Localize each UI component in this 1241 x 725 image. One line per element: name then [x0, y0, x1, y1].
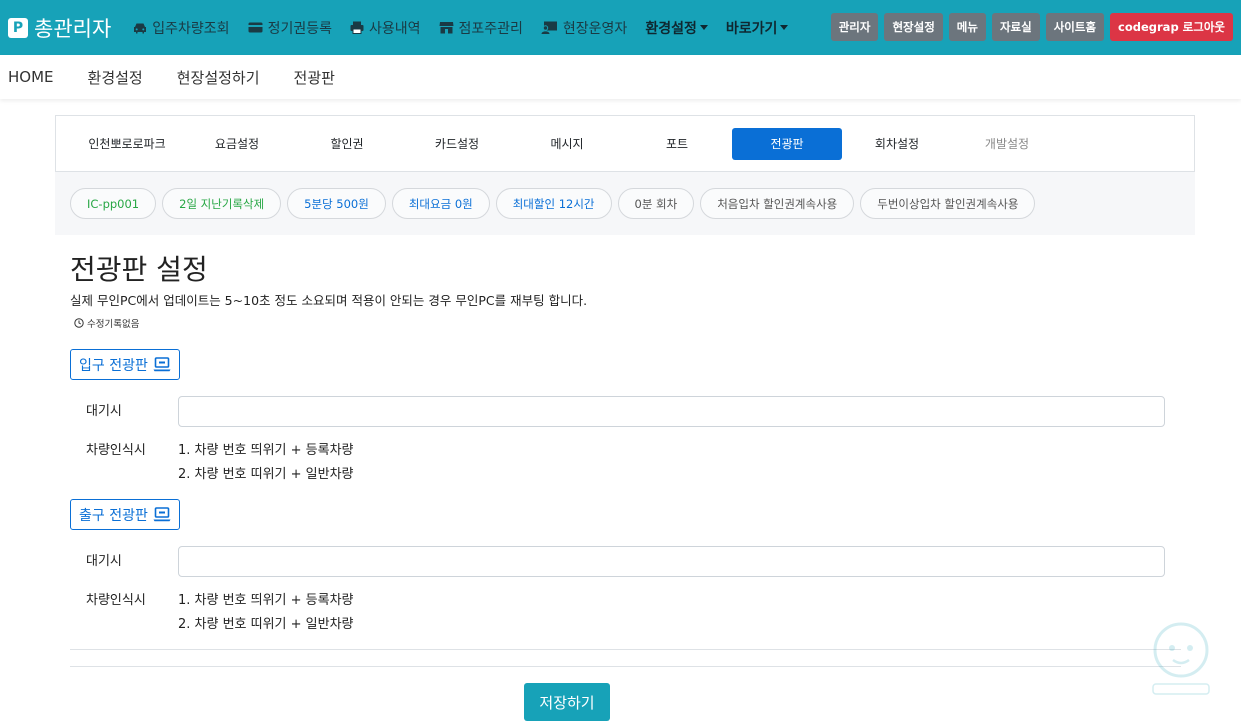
- edit-history: 수정기록없음: [74, 316, 139, 330]
- breadcrumb: HOME 환경설정 현장설정하기 전광판: [0, 55, 1241, 99]
- tab-port[interactable]: 포트: [622, 128, 732, 160]
- exit-recognition-line-1: 1. 차량 번호 띄위기 + 등록차량: [178, 593, 354, 608]
- entry-recognition-label: 차량인식시: [86, 443, 146, 458]
- pill-max-discount[interactable]: 최대할인 12시간: [495, 188, 612, 219]
- top-navbar: P 총관리자 입주차량조회 정기권등록 사용내역 점포주관리 현장운영자 환경설…: [0, 0, 1241, 55]
- status-pill-bar: IC-pp001 2일 지난기록삭제 5분당 500원 최대요금 0원 최대할인…: [55, 172, 1195, 235]
- nav-resident-vehicles[interactable]: 입주차량조회: [133, 18, 230, 38]
- print-icon: [350, 21, 364, 34]
- breadcrumb-home[interactable]: HOME: [8, 68, 54, 86]
- pill-site-code[interactable]: IC-pp001: [70, 188, 157, 219]
- pill-rate[interactable]: 5분당 500원: [287, 188, 386, 219]
- tab-fee-settings[interactable]: 요금설정: [182, 128, 292, 160]
- tab-discount[interactable]: 할인권: [292, 128, 402, 160]
- settings-tabs: 인천뽀로로파크 요금설정 할인권 카드설정 메시지 포트 전광판 회차설정 개발…: [55, 115, 1195, 172]
- nav-site-operator[interactable]: 현장운영자: [541, 18, 627, 38]
- site-settings-button[interactable]: 현장설정: [884, 13, 943, 41]
- laptop-icon: [153, 357, 171, 372]
- mascot-watermark-icon: [1152, 622, 1210, 695]
- nav-usage-history[interactable]: 사용내역: [350, 18, 421, 38]
- nav-label: 현장운영자: [562, 20, 628, 37]
- store-icon: [439, 22, 453, 34]
- car-icon: [134, 23, 147, 33]
- pill-first-entry-discount[interactable]: 처음입차 할인권계속사용: [700, 188, 855, 219]
- nav-label: 바로가기: [725, 20, 778, 37]
- nav-label: 정기권등록: [267, 20, 332, 37]
- exit-waiting-label: 대기시: [86, 554, 122, 569]
- nav-store-owner[interactable]: 점포주관리: [439, 18, 523, 38]
- nav-label: 입주차량조회: [152, 20, 230, 37]
- divider: [70, 666, 1181, 667]
- pill-return-time[interactable]: 0분 회차: [617, 188, 695, 219]
- laptop-icon: [153, 507, 171, 522]
- entry-board-label: 입구 전광판: [79, 357, 148, 374]
- tab-site-name[interactable]: 인천뽀로로파크: [72, 128, 182, 160]
- parking-logo-icon: P: [8, 17, 28, 38]
- divider: [70, 649, 1181, 650]
- brand-title: 총관리자: [34, 16, 112, 41]
- clock-icon: [74, 318, 84, 328]
- tab-dev-settings[interactable]: 개발설정: [952, 128, 1062, 160]
- exit-waiting-input[interactable]: [178, 546, 1165, 577]
- brand[interactable]: P 총관리자: [8, 13, 111, 43]
- tab-message[interactable]: 메시지: [512, 128, 622, 160]
- exit-recognition-line-2: 2. 차량 번호 띠위기 + 일반차량: [178, 617, 354, 632]
- nav-label: 점포주관리: [458, 20, 523, 37]
- resources-button[interactable]: 자료실: [991, 13, 1040, 41]
- pill-repeat-entry-discount[interactable]: 두번이상입차 할인권계속사용: [860, 188, 1036, 219]
- card-icon: [248, 22, 263, 33]
- entry-recognition-line-1: 1. 차량 번호 띄위기 + 등록차량: [178, 443, 354, 458]
- top-nav-menu: 입주차량조회 정기권등록 사용내역 점포주관리 현장운영자 환경설정 바로가기: [133, 18, 806, 38]
- nav-dropdown-settings[interactable]: 환경설정: [645, 18, 708, 38]
- page-description: 실제 무인PC에서 업데이트는 5~10초 정도 소요되며 적용이 안되는 경우…: [70, 293, 588, 308]
- entry-waiting-input[interactable]: [178, 396, 1165, 427]
- breadcrumb-display-board[interactable]: 전광판: [294, 67, 335, 88]
- caret-down-icon: [699, 25, 708, 30]
- entry-board-button[interactable]: 입구 전광판: [70, 349, 180, 380]
- caret-down-icon: [780, 25, 789, 30]
- exit-recognition-label: 차량인식시: [86, 593, 146, 608]
- pill-max-fee[interactable]: 최대요금 0원: [391, 188, 490, 219]
- tab-display-board[interactable]: 전광판: [732, 127, 842, 160]
- admin-button[interactable]: 관리자: [830, 13, 879, 41]
- nav-pass-register[interactable]: 정기권등록: [248, 18, 332, 38]
- breadcrumb-site-settings[interactable]: 현장설정하기: [177, 67, 260, 88]
- site-home-button[interactable]: 사이트홈: [1045, 13, 1105, 41]
- operator-icon: [541, 21, 557, 34]
- menu-button[interactable]: 메뉴: [948, 13, 986, 41]
- nav-label: 환경설정: [645, 20, 697, 37]
- entry-recognition-line-2: 2. 차량 번호 띠위기 + 일반차량: [178, 467, 354, 482]
- nav-dropdown-shortcuts[interactable]: 바로가기: [726, 18, 789, 38]
- save-button[interactable]: 저장하기: [524, 683, 610, 721]
- tab-return-settings[interactable]: 회차설정: [842, 128, 952, 160]
- breadcrumb-settings[interactable]: 환경설정: [88, 67, 143, 88]
- tab-card-settings[interactable]: 카드설정: [402, 128, 512, 160]
- pill-record-deletion[interactable]: 2일 지난기록삭제: [162, 188, 282, 219]
- top-button-group: 관리자 현장설정 메뉴 자료실 사이트홈 codegrap 로그아웃: [825, 13, 1233, 41]
- logout-button[interactable]: codegrap 로그아웃: [1110, 13, 1233, 41]
- exit-board-button[interactable]: 출구 전광판: [70, 499, 180, 530]
- entry-waiting-label: 대기시: [86, 404, 122, 419]
- exit-board-label: 출구 전광판: [79, 507, 148, 524]
- nav-label: 사용내역: [368, 20, 421, 37]
- edit-history-text: 수정기록없음: [87, 319, 140, 330]
- page-title: 전광판 설정: [70, 253, 208, 286]
